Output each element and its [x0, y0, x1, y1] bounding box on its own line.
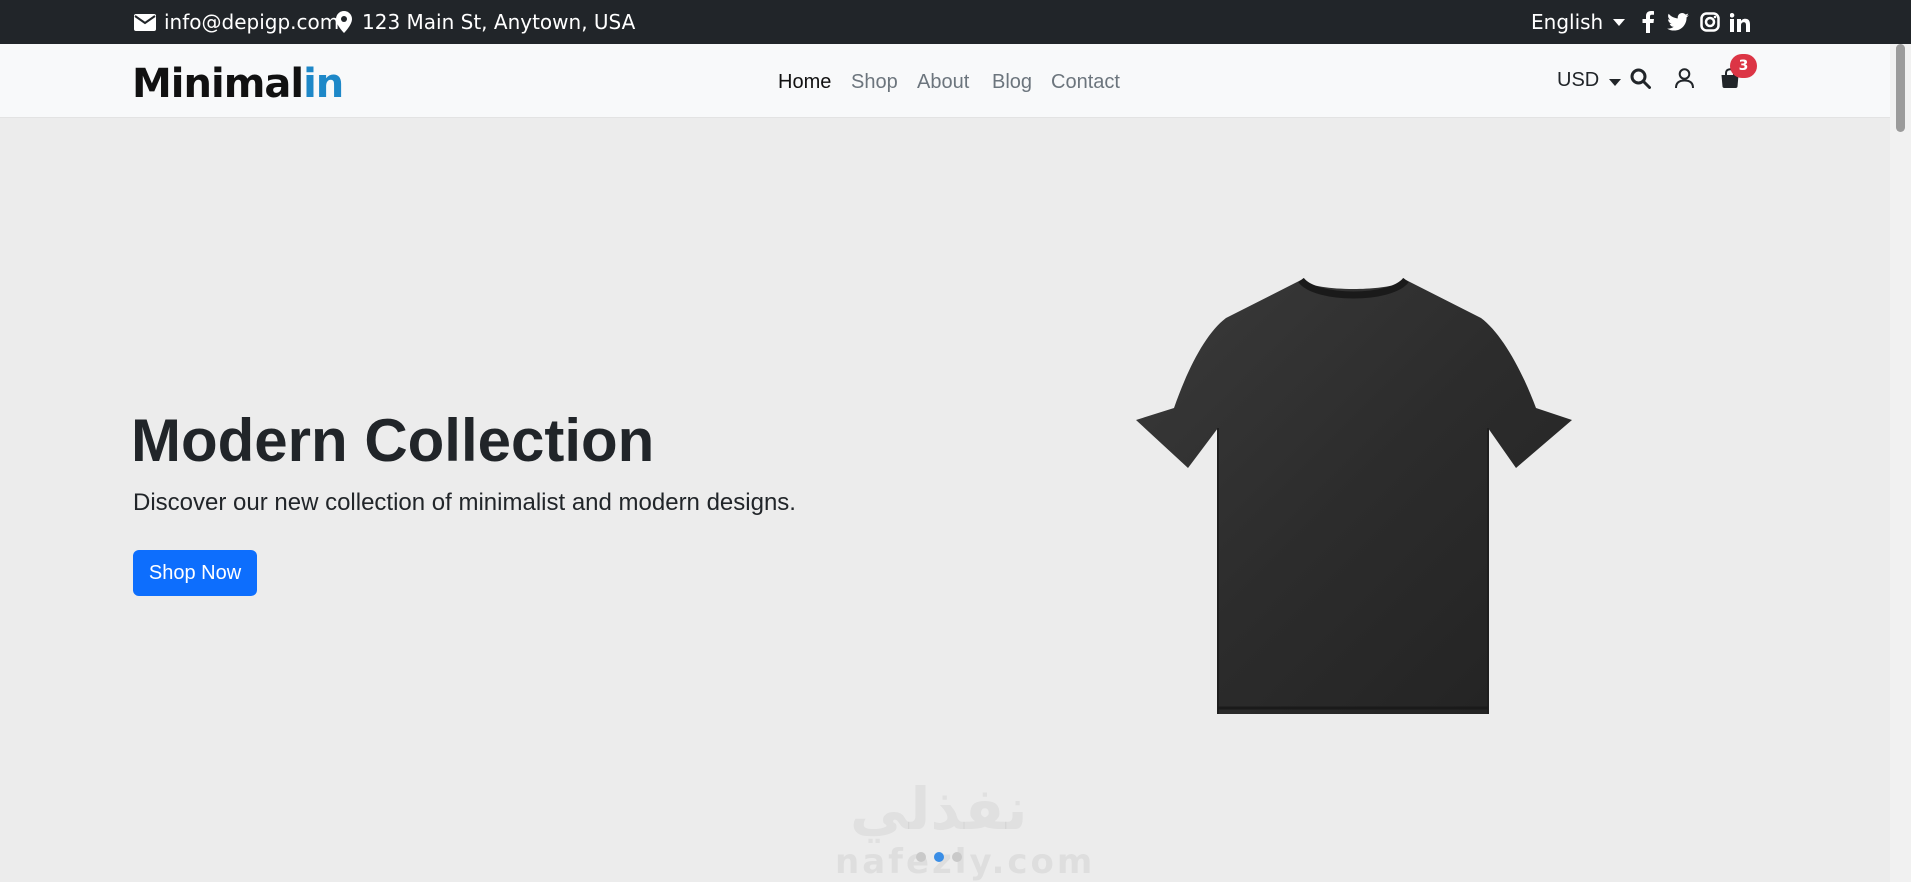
map-pin-icon: [336, 11, 352, 33]
twitter-icon: [1667, 13, 1689, 31]
nav-home[interactable]: Home: [778, 70, 831, 94]
logo-accent-text: in: [303, 61, 344, 107]
facebook-link[interactable]: [1641, 0, 1655, 44]
email-contact[interactable]: info@depigp.com: [134, 0, 339, 44]
currency-label: USD: [1557, 69, 1600, 91]
hero-title: Modern Collection: [131, 407, 655, 474]
scroll-thumb[interactable]: [1896, 44, 1905, 132]
language-dropdown[interactable]: English: [1531, 0, 1626, 44]
language-label: English: [1531, 10, 1604, 34]
nav-about[interactable]: About: [917, 70, 969, 94]
nav-contact[interactable]: Contact: [1051, 70, 1120, 94]
logo-main-text: Minimal: [132, 61, 304, 107]
currency-dropdown[interactable]: USD: [1557, 44, 1622, 117]
main-navbar: Minimalin Home Shop About Blog Contact U…: [0, 44, 1890, 118]
carousel-dot-2[interactable]: [934, 852, 944, 862]
brand-logo[interactable]: Minimalin: [132, 60, 344, 108]
instagram-icon: [1700, 12, 1720, 32]
linkedin-icon: [1730, 12, 1750, 32]
carousel-dot-3[interactable]: [952, 852, 962, 862]
instagram-link[interactable]: [1700, 0, 1720, 44]
carousel-indicators: [916, 852, 962, 862]
facebook-icon: [1641, 11, 1655, 33]
nav-blog[interactable]: Blog: [992, 70, 1032, 94]
watermark-latin: nafezly.com: [835, 842, 1096, 882]
cart-count-badge: 3: [1730, 54, 1757, 78]
top-info-bar: info@depigp.com 123 Main St, Anytown, US…: [0, 0, 1911, 44]
email-text: info@depigp.com: [164, 10, 340, 34]
hero-subtitle: Discover our new collection of minimalis…: [133, 489, 796, 516]
carousel-dot-1[interactable]: [916, 852, 926, 862]
shop-now-button[interactable]: Shop Now: [133, 550, 257, 596]
address-contact: 123 Main St, Anytown, USA: [336, 0, 635, 44]
address-text: 123 Main St, Anytown, USA: [362, 10, 636, 34]
caret-down-icon: [1613, 18, 1626, 26]
caret-down-icon: [1609, 71, 1622, 90]
nav-shop[interactable]: Shop: [851, 70, 898, 94]
page-scrollbar[interactable]: [1890, 44, 1911, 882]
search-icon: [1630, 68, 1651, 93]
twitter-link[interactable]: [1667, 0, 1689, 44]
linkedin-link[interactable]: [1730, 0, 1750, 44]
hero-tshirt-image: [1136, 277, 1572, 722]
watermark-arabic: نفذلي: [850, 775, 1028, 843]
envelope-icon: [134, 13, 156, 31]
account-button[interactable]: [1675, 44, 1694, 117]
user-icon: [1675, 68, 1694, 93]
search-button[interactable]: [1630, 44, 1651, 117]
